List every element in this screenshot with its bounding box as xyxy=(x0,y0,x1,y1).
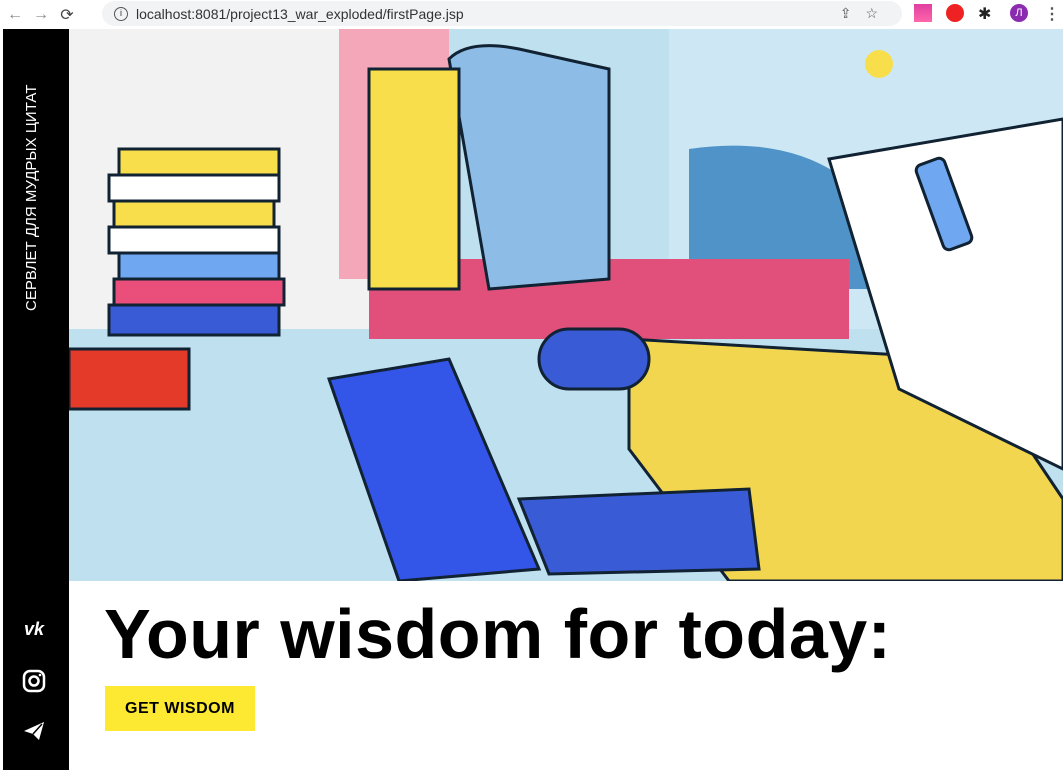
address-bar[interactable]: i localhost:8081/project13_war_exploded/… xyxy=(102,1,902,26)
profile-avatar[interactable]: Л xyxy=(1010,4,1028,22)
instagram-icon[interactable] xyxy=(20,669,48,693)
browser-toolbar: ← → ⟳ i localhost:8081/project13_war_exp… xyxy=(0,0,1063,29)
get-wisdom-button[interactable]: GET WISDOM xyxy=(105,686,255,731)
forward-icon[interactable]: → xyxy=(30,6,52,24)
reload-icon[interactable]: ⟳ xyxy=(56,5,78,25)
puzzle-icon[interactable]: ✱ xyxy=(978,4,996,23)
hero-illustration xyxy=(69,29,1063,581)
opera-extension-icon[interactable] xyxy=(946,4,964,22)
bookmark-star-icon[interactable]: ☆ xyxy=(865,5,892,21)
telegram-icon[interactable] xyxy=(20,719,48,743)
extension-icon[interactable] xyxy=(914,4,932,22)
vk-icon[interactable]: vk xyxy=(20,619,48,643)
site-title: СЕРВЛЕТ ДЛЯ МУДРЫХ ЦИТАТ xyxy=(23,84,40,311)
back-icon[interactable]: ← xyxy=(4,6,26,24)
share-icon[interactable]: ⇪ xyxy=(840,5,866,21)
menu-icon[interactable]: ⋮ xyxy=(1044,4,1062,23)
sidebar: СЕРВЛЕТ ДЛЯ МУДРЫХ ЦИТАТ vk xyxy=(3,29,69,770)
page-heading: Your wisdom for today: xyxy=(104,595,892,673)
info-icon[interactable]: i xyxy=(114,6,128,21)
url-text[interactable]: localhost:8081/project13_war_exploded/fi… xyxy=(136,6,464,22)
